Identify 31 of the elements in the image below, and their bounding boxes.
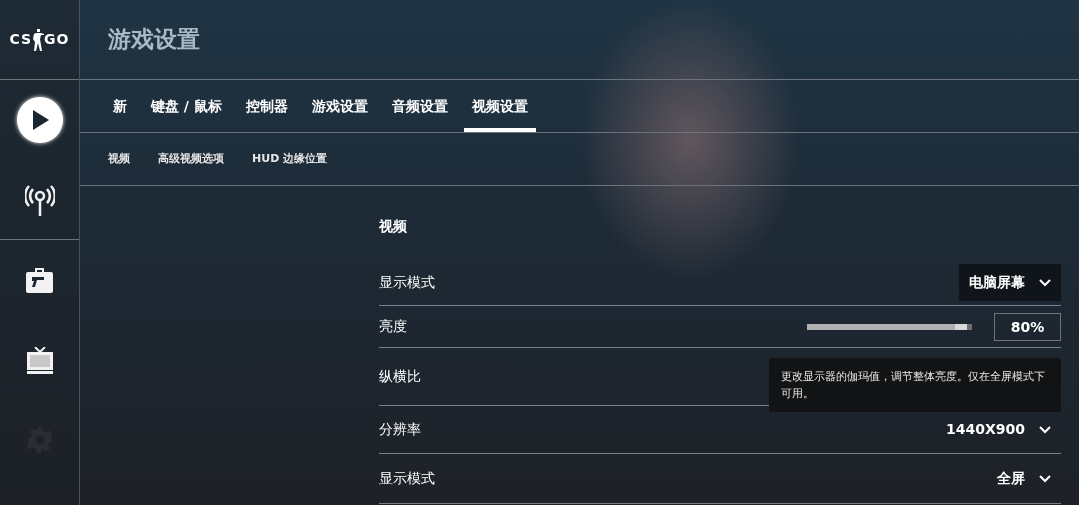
value-field[interactable]: 80%: [994, 312, 1061, 341]
subtab[interactable]: 视频: [108, 150, 130, 168]
subtab[interactable]: 高级视频选项: [158, 150, 224, 168]
setting-label: 亮度: [379, 317, 407, 336]
setting-label: 分辨率: [379, 420, 421, 439]
soldier-icon: [32, 28, 45, 51]
chevron-icon: [1039, 278, 1051, 287]
tab[interactable]: 视频设置: [463, 80, 536, 132]
section-title: 视频: [379, 217, 408, 236]
tab[interactable]: 音频设置: [383, 80, 456, 132]
briefcase-icon[interactable]: [26, 267, 53, 293]
tab[interactable]: 控制器: [237, 80, 296, 132]
dropdown[interactable]: 电脑屏幕: [959, 264, 1061, 301]
chevron-icon: [1039, 474, 1051, 483]
tab[interactable]: 键盘 / 鼠标: [143, 80, 230, 132]
setting-label: 纵横比: [379, 367, 421, 386]
info-tooltip: 更改显示器的伽玛值，调节整体亮度。仅在全屏模式下可用。: [769, 358, 1061, 412]
dropdown[interactable]: 1440X900: [936, 411, 1061, 448]
logo-text: GO: [44, 30, 70, 49]
chevron-icon: [1039, 425, 1051, 434]
setting-label: 显示模式: [379, 469, 435, 488]
tv-icon[interactable]: [25, 346, 54, 374]
setting-label: 显示模式: [379, 273, 435, 292]
tab[interactable]: 新: [105, 80, 135, 132]
antenna-icon[interactable]: [24, 183, 55, 216]
play-icon[interactable]: [16, 97, 63, 143]
tab[interactable]: 游戏设置: [303, 80, 376, 132]
logo-text: CS: [9, 30, 33, 49]
subtab[interactable]: HUD 边缘位置: [252, 150, 328, 168]
dropdown[interactable]: 全屏: [987, 460, 1061, 497]
page-title: 游戏设置: [108, 25, 200, 55]
